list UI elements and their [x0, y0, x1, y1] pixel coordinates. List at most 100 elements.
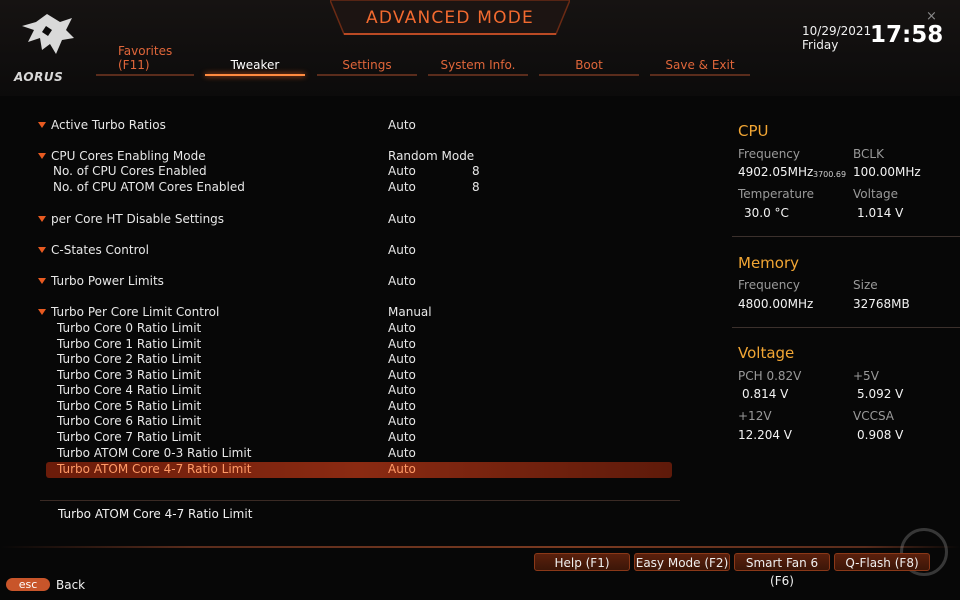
panel-divider — [732, 327, 960, 328]
memory-panel-title: Memory — [738, 254, 800, 272]
tab-tweaker[interactable]: Tweaker — [205, 58, 305, 78]
cpu-voltage-label: Voltage — [853, 187, 899, 201]
help-description: Turbo ATOM Core 4-7 Ratio Limit — [58, 507, 253, 521]
help-button[interactable]: Help (F1) — [534, 553, 630, 571]
q-flash-button[interactable]: Q-Flash (F8) — [834, 553, 930, 571]
tab-save-exit[interactable]: Save & Exit — [650, 58, 750, 78]
tab-boot[interactable]: Boot — [539, 58, 639, 78]
page-title: ADVANCED MODE — [366, 8, 534, 28]
tab-favorites-underline — [96, 74, 194, 76]
tab-label: Save & Exit — [665, 58, 735, 72]
setting-active-turbo-ratios[interactable]: Active Turbo Ratios Auto — [38, 118, 678, 133]
cpu-bclk-label: BCLK — [853, 147, 884, 161]
setting-value: Auto — [388, 164, 416, 178]
pch-voltage-value: 0.814 V — [742, 387, 789, 401]
cpu-frequency-label: Frequency — [738, 147, 800, 161]
setting-value: Auto — [388, 430, 416, 444]
time-display: 17:58 — [870, 22, 944, 48]
setting-label: Turbo Per Core Limit Control — [51, 305, 220, 319]
setting-value: Auto — [388, 180, 416, 194]
setting-turbo-atom-core-4-7-ratio-limit[interactable]: Turbo ATOM Core 4-7 Ratio Limit Auto — [38, 462, 678, 477]
footer-divider — [0, 546, 960, 548]
setting-turbo-core-7-ratio-limit[interactable]: Turbo Core 7 Ratio Limit Auto — [38, 430, 678, 445]
setting-turbo-atom-core-0-3-ratio-limit[interactable]: Turbo ATOM Core 0-3 Ratio Limit Auto — [38, 446, 678, 461]
setting-value: Auto — [388, 414, 416, 428]
setting-turbo-core-6-ratio-limit[interactable]: Turbo Core 6 Ratio Limit Auto — [38, 414, 678, 429]
cpu-bclk-value: 100.00MHz — [853, 165, 921, 179]
tab-label: System Info. — [440, 58, 516, 72]
tab-label: Boot — [575, 58, 603, 72]
setting-label: No. of CPU Cores Enabled — [53, 164, 207, 178]
tab-settings[interactable]: Settings — [317, 58, 417, 78]
setting-turbo-core-4-ratio-limit[interactable]: Turbo Core 4 Ratio Limit Auto — [38, 383, 678, 398]
setting-count: 8 — [472, 164, 480, 178]
setting-turbo-core-0-ratio-limit[interactable]: Turbo Core 0 Ratio Limit Auto — [38, 321, 678, 336]
setting-label: Turbo ATOM Core 4-7 Ratio Limit — [57, 462, 252, 476]
setting-label: Turbo Core 5 Ratio Limit — [57, 399, 202, 413]
tab-favorites-key: (F11) — [118, 58, 150, 72]
cpu-temperature-label: Temperature — [738, 187, 815, 201]
vccsa-voltage-value: 0.908 V — [857, 428, 904, 442]
help-divider — [40, 500, 680, 501]
setting-label: Turbo Core 7 Ratio Limit — [57, 430, 202, 444]
setting-cpu-cores-enabled[interactable]: No. of CPU Cores Enabled Auto 8 — [38, 164, 678, 179]
expand-triangle-icon — [38, 153, 46, 159]
setting-value: Auto — [388, 321, 416, 335]
12v-voltage-label: +12V — [738, 409, 772, 423]
setting-turbo-per-core-limit-control[interactable]: Turbo Per Core Limit Control Manual — [38, 305, 678, 320]
setting-label: Turbo Core 2 Ratio Limit — [57, 352, 202, 366]
setting-value: Auto — [388, 243, 416, 257]
close-icon[interactable]: × — [926, 9, 937, 24]
setting-value: Auto — [388, 368, 416, 382]
easy-mode-button[interactable]: Easy Mode (F2) — [634, 553, 730, 571]
setting-value: Auto — [388, 352, 416, 366]
expand-triangle-icon — [38, 309, 46, 315]
tab-underline — [317, 74, 417, 76]
setting-label: Turbo Core 4 Ratio Limit — [57, 383, 202, 397]
setting-value: Auto — [388, 212, 416, 226]
setting-turbo-core-1-ratio-limit[interactable]: Turbo Core 1 Ratio Limit Auto — [38, 337, 678, 352]
setting-turbo-core-5-ratio-limit[interactable]: Turbo Core 5 Ratio Limit Auto — [38, 399, 678, 414]
tab-favorites[interactable]: Favorites — [118, 44, 172, 58]
panel-divider — [732, 236, 960, 237]
expand-triangle-icon — [38, 278, 46, 284]
tab-underline — [428, 74, 528, 76]
setting-label: Turbo Core 1 Ratio Limit — [57, 337, 202, 351]
smart-fan-button[interactable]: Smart Fan 6 (F6) — [734, 553, 830, 588]
tab-underline — [539, 74, 639, 76]
setting-value: Auto — [388, 383, 416, 397]
date-display: 10/29/2021 — [802, 24, 872, 38]
setting-turbo-power-limits[interactable]: Turbo Power Limits Auto — [38, 274, 678, 289]
tab-underline — [205, 74, 305, 76]
setting-c-states-control[interactable]: C-States Control Auto — [38, 243, 678, 258]
setting-value: Manual — [388, 305, 432, 319]
expand-triangle-icon — [38, 247, 46, 253]
tab-underline — [650, 74, 750, 76]
memory-size-label: Size — [853, 278, 878, 292]
setting-label: CPU Cores Enabling Mode — [51, 149, 206, 163]
setting-value: Auto — [388, 446, 416, 460]
setting-value: Auto — [388, 462, 416, 476]
cpu-frequency-value: 4902.05MHz — [738, 165, 814, 179]
5v-voltage-value: 5.092 V — [857, 387, 904, 401]
back-label[interactable]: Back — [56, 578, 85, 592]
esc-key-badge[interactable]: esc — [6, 578, 50, 591]
tab-label: Tweaker — [230, 58, 280, 72]
day-display: Friday — [802, 38, 839, 52]
setting-per-core-ht[interactable]: per Core HT Disable Settings Auto — [38, 212, 678, 227]
setting-value: Auto — [388, 118, 416, 132]
setting-label: Turbo Core 6 Ratio Limit — [57, 414, 202, 428]
cpu-panel-title: CPU — [738, 122, 769, 140]
setting-turbo-core-2-ratio-limit[interactable]: Turbo Core 2 Ratio Limit Auto — [38, 352, 678, 367]
setting-label: Turbo Power Limits — [51, 274, 164, 288]
cpu-frequency-secondary: 3700.69 — [813, 170, 847, 179]
setting-cpu-atom-cores-enabled[interactable]: No. of CPU ATOM Cores Enabled Auto 8 — [38, 180, 678, 195]
setting-label: Turbo Core 0 Ratio Limit — [57, 321, 202, 335]
tab-system-info[interactable]: System Info. — [428, 58, 528, 78]
cpu-voltage-value: 1.014 V — [857, 206, 904, 220]
setting-label: C-States Control — [51, 243, 149, 257]
setting-cpu-cores-enabling-mode[interactable]: CPU Cores Enabling Mode Random Mode — [38, 149, 678, 164]
setting-turbo-core-3-ratio-limit[interactable]: Turbo Core 3 Ratio Limit Auto — [38, 368, 678, 383]
setting-value: Auto — [388, 337, 416, 351]
setting-value: Random Mode — [388, 149, 475, 163]
